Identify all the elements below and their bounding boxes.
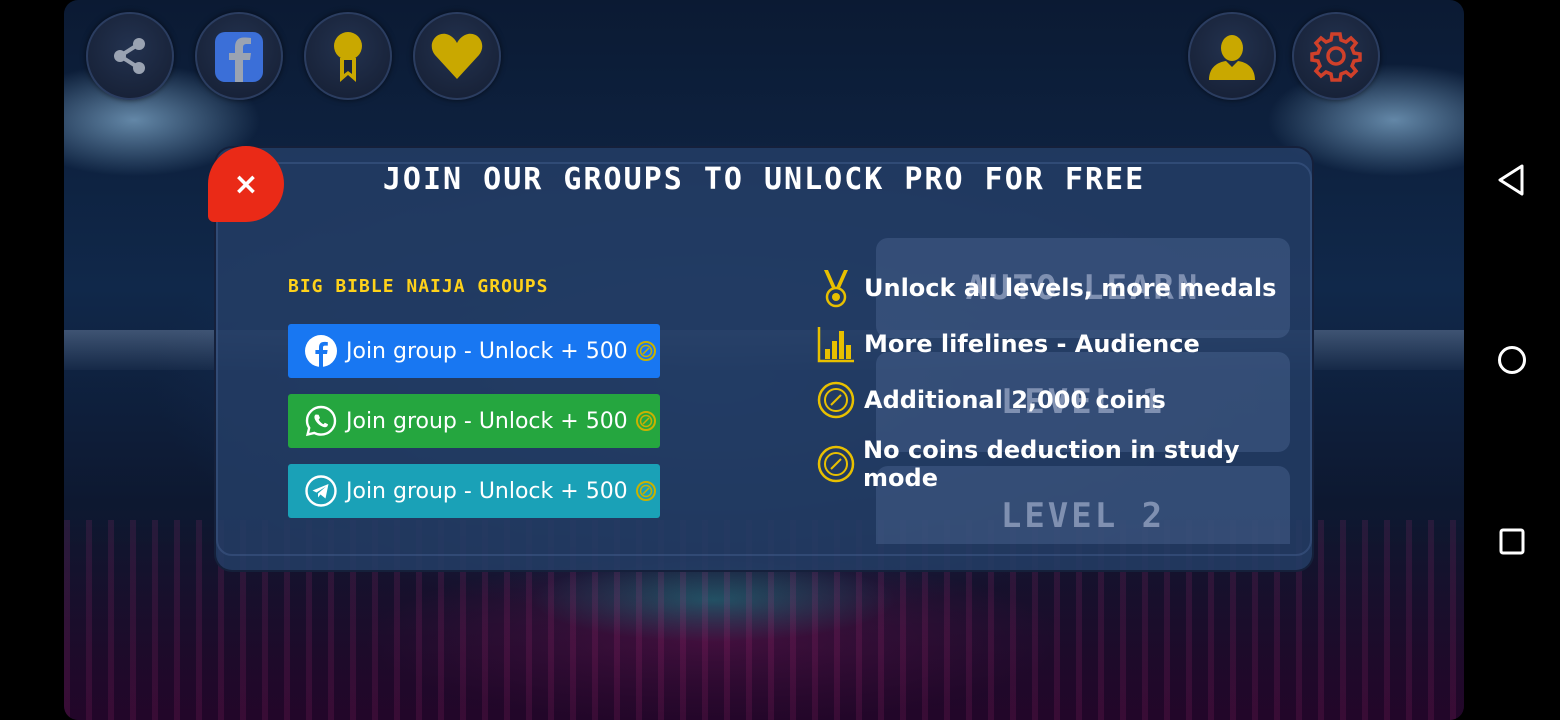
join-button-label: Join group - Unlock + 500 xyxy=(346,338,628,364)
recents-nav-icon[interactable] xyxy=(1496,526,1528,558)
coin-icon xyxy=(635,481,656,501)
back-nav-icon[interactable] xyxy=(1496,162,1528,198)
dialog-title: JOIN OUR GROUPS TO UNLOCK PRO FOR FREE xyxy=(382,162,1146,197)
feature-item: More lifelines - Audience xyxy=(816,324,1200,364)
coin-icon xyxy=(635,411,656,431)
heart-icon xyxy=(431,33,483,79)
favorite-button[interactable] xyxy=(413,12,501,100)
join-button-label: Join group - Unlock + 500 xyxy=(346,408,628,434)
close-button[interactable]: × xyxy=(208,146,284,222)
facebook-button[interactable] xyxy=(195,12,283,100)
telegram-icon xyxy=(304,474,338,508)
whatsapp-icon xyxy=(304,404,338,438)
feature-text: No coins deduction in study mode xyxy=(863,436,1240,492)
feature-text: Unlock all levels, more medals xyxy=(864,274,1277,302)
join-button-label: Join group - Unlock + 500 xyxy=(346,478,628,504)
coin-icon xyxy=(635,341,656,361)
share-button[interactable] xyxy=(86,12,174,100)
profile-button[interactable] xyxy=(1188,12,1276,100)
facebook-icon xyxy=(215,32,263,82)
pro-unlock-dialog: JOIN OUR GROUPS TO UNLOCK PRO FOR FREE A… xyxy=(214,146,1314,572)
settings-button[interactable] xyxy=(1292,12,1380,100)
feature-text: More lifelines - Audience xyxy=(864,330,1200,358)
share-icon xyxy=(114,38,145,74)
medal-icon xyxy=(816,268,856,308)
home-nav-icon[interactable] xyxy=(1496,344,1528,376)
join-whatsapp-group-button[interactable]: Join group - Unlock + 500 xyxy=(288,394,660,448)
settings-icon xyxy=(1310,32,1362,82)
feature-text: Additional 2,000 coins xyxy=(864,386,1166,414)
coin-icon xyxy=(816,444,855,484)
achievements-button[interactable] xyxy=(304,12,392,100)
close-icon: × xyxy=(233,166,259,202)
feature-item: Additional 2,000 coins xyxy=(816,380,1166,420)
join-facebook-group-button[interactable]: Join group - Unlock + 500 xyxy=(288,324,660,378)
coin-icon xyxy=(816,380,856,420)
award-icon xyxy=(334,32,362,82)
join-telegram-group-button[interactable]: Join group - Unlock + 500 xyxy=(288,464,660,518)
facebook-icon xyxy=(304,334,338,368)
groups-heading: BIG BIBLE NAIJA GROUPS xyxy=(288,276,549,297)
feature-item: Unlock all levels, more medals xyxy=(816,268,1276,308)
feature-item: No coins deduction in study mode xyxy=(816,436,1312,492)
profile-icon xyxy=(1209,35,1255,80)
bar-chart-icon xyxy=(816,324,856,364)
